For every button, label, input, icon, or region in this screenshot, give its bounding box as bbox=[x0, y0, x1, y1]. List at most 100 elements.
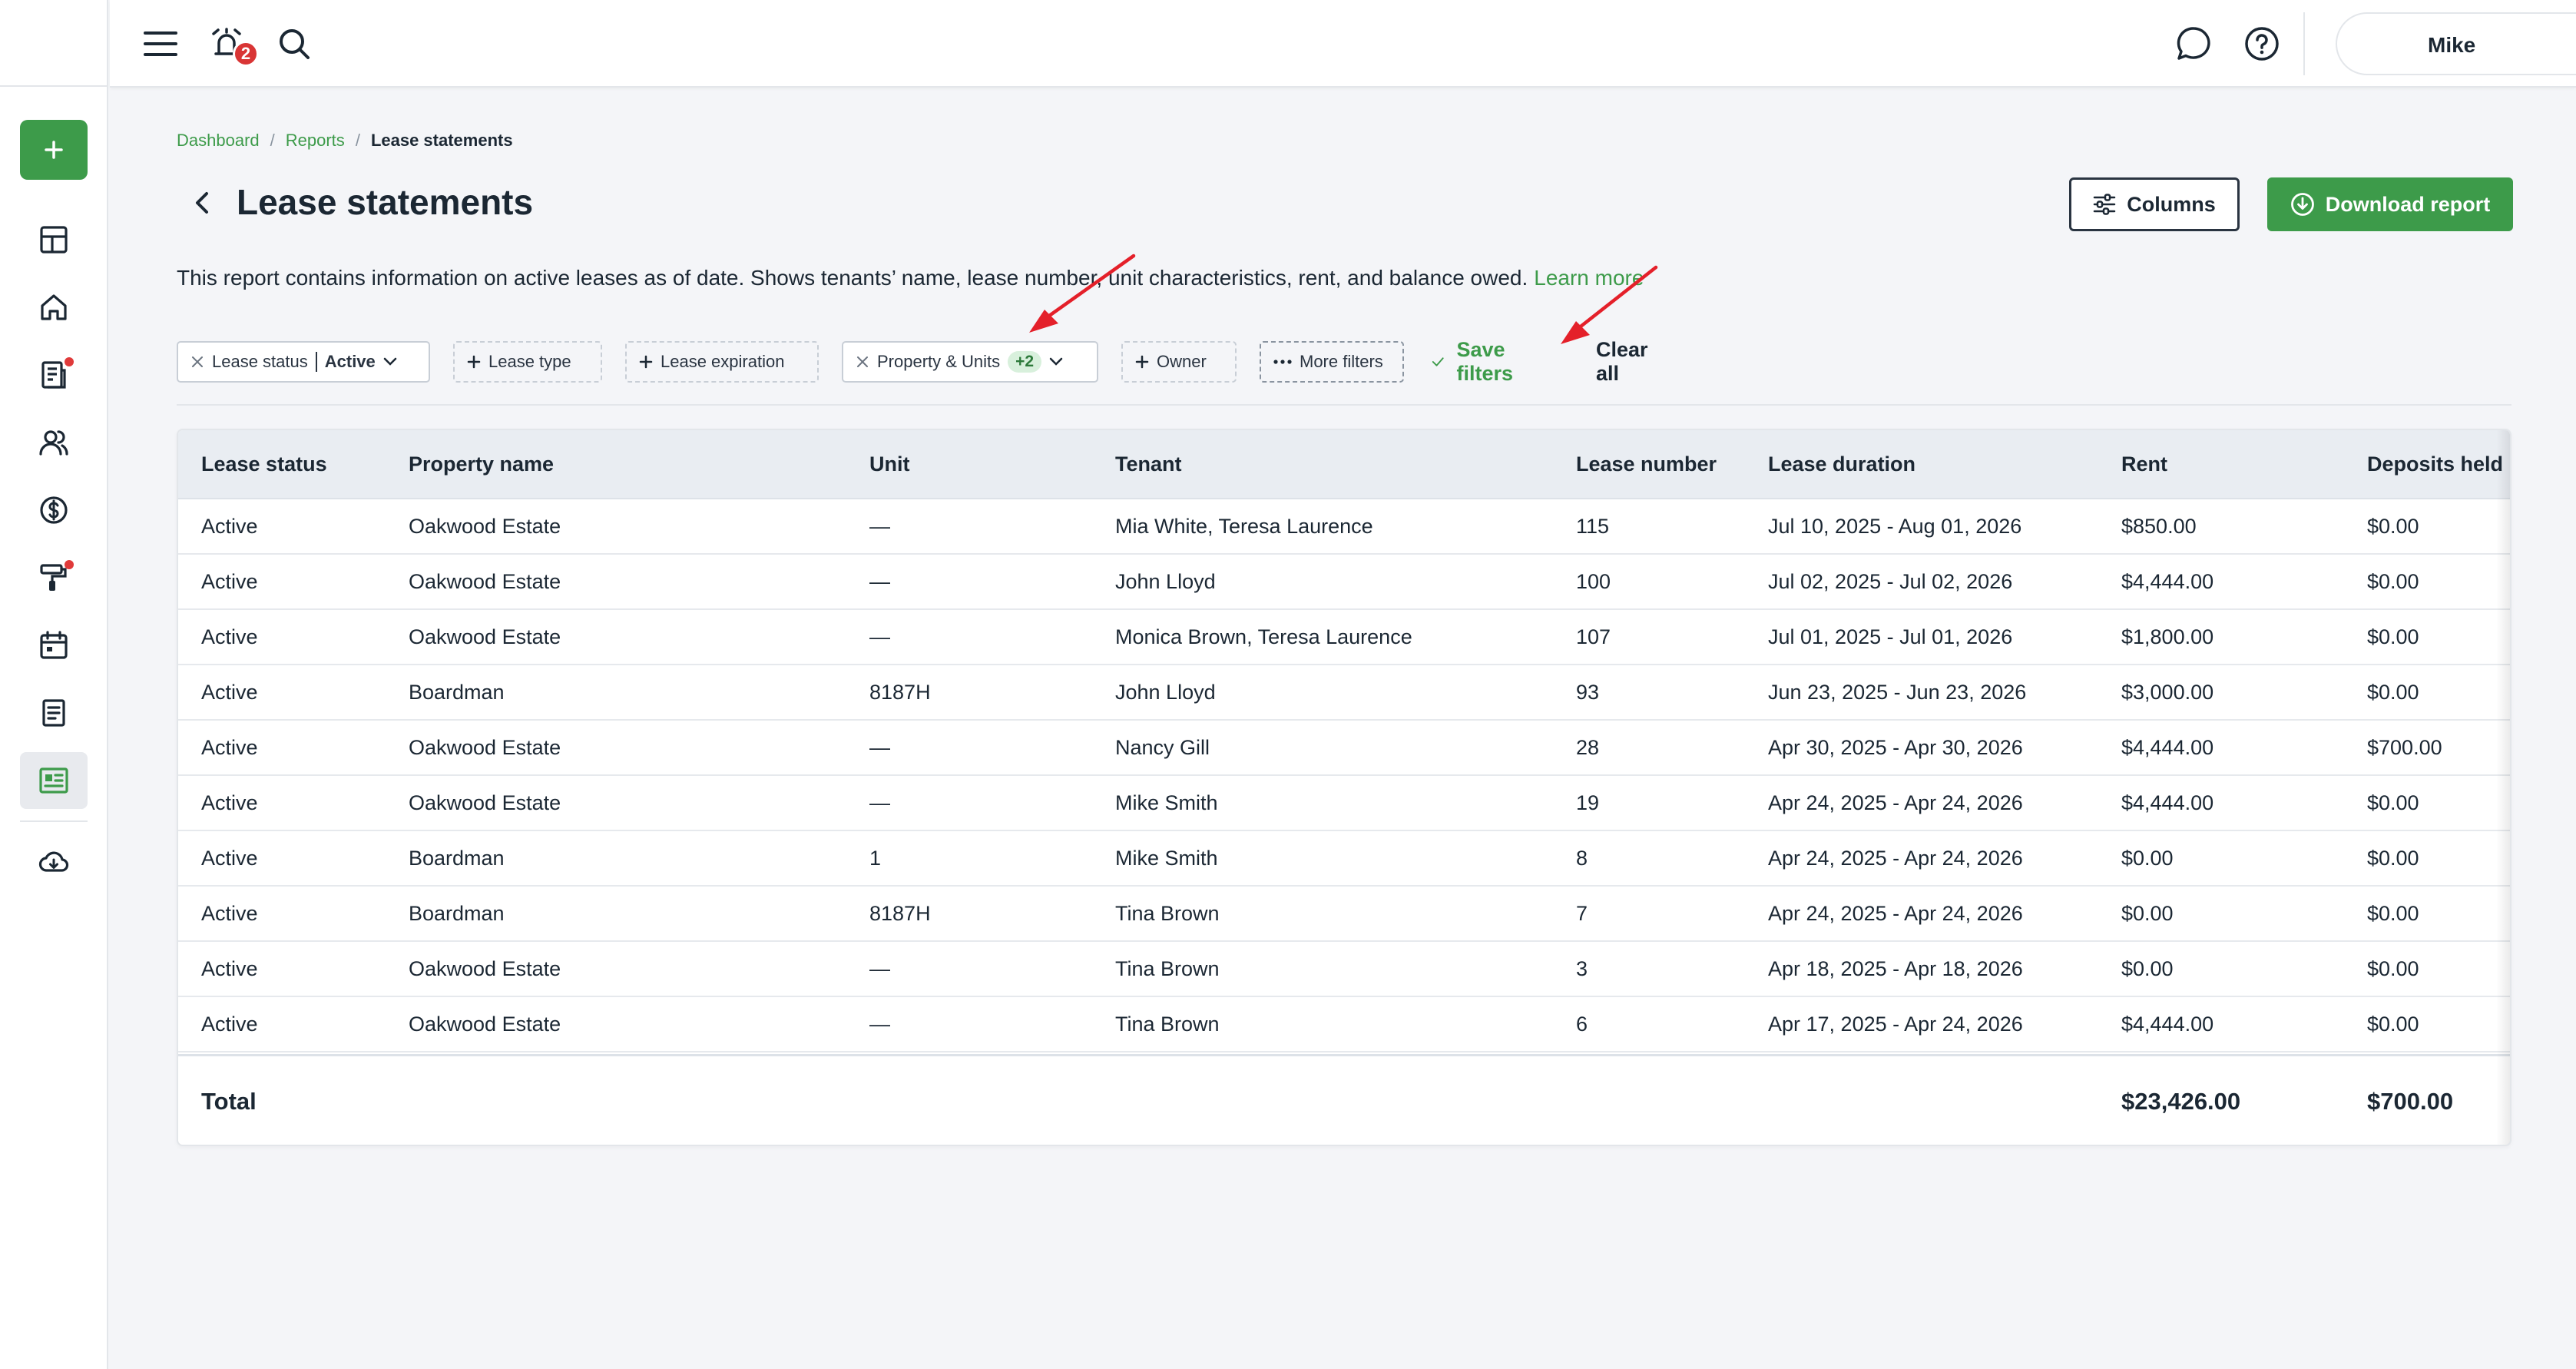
cell-lease: 93 bbox=[1576, 680, 1600, 704]
cell-duration: Jul 02, 2025 - Jul 02, 2026 bbox=[1768, 569, 2013, 593]
annotation-arrow bbox=[1561, 265, 1658, 344]
table-row[interactable]: Active Oakwood Estate — Mike Smith 19 Apr 24,… bbox=[178, 776, 2510, 831]
cell-duration: Jun 23, 2025 - Jun 23, 2026 bbox=[1768, 680, 2027, 704]
cell-status: Active bbox=[201, 680, 258, 704]
sidebar-item-calendar[interactable] bbox=[20, 617, 88, 674]
plus-icon bbox=[1135, 355, 1149, 369]
cell-unit: — bbox=[869, 956, 890, 980]
column-header-tenant[interactable]: Tenant bbox=[1115, 430, 1182, 498]
cell-rent: $1,800.00 bbox=[2121, 625, 2214, 648]
cell-rent: $4,444.00 bbox=[2121, 735, 2214, 759]
cell-status: Active bbox=[201, 735, 258, 759]
table-row[interactable]: Active Oakwood Estate — Tina Brown 3 Apr 18, … bbox=[178, 942, 2510, 997]
add-button[interactable] bbox=[20, 120, 88, 180]
user-menu[interactable]: Mike bbox=[2336, 12, 2576, 75]
more-dots-icon bbox=[1273, 360, 1292, 364]
column-header-property-name[interactable]: Property name bbox=[409, 430, 554, 498]
column-header-rent[interactable]: Rent bbox=[2121, 430, 2167, 498]
sidebar-item-people[interactable] bbox=[20, 414, 88, 471]
sidebar-item-leasing[interactable] bbox=[20, 346, 88, 403]
notes-icon bbox=[38, 698, 69, 728]
cell-tenant: Tina Brown bbox=[1115, 1012, 1220, 1036]
plus-icon bbox=[639, 355, 653, 369]
notifications-button[interactable]: 2 bbox=[204, 21, 259, 67]
cell-tenant: Tina Brown bbox=[1115, 956, 1220, 980]
close-icon[interactable] bbox=[856, 355, 869, 369]
filter-count-badge: +2 bbox=[1008, 351, 1042, 373]
cell-unit: — bbox=[869, 1012, 890, 1036]
sidebar-item-dashboard[interactable] bbox=[20, 211, 88, 268]
sidebar-item-downloads[interactable] bbox=[20, 834, 88, 891]
cell-rent: $4,444.00 bbox=[2121, 569, 2214, 593]
cell-tenant: Nancy Gill bbox=[1115, 735, 1210, 759]
report-icon bbox=[38, 765, 69, 796]
column-header-lease-duration[interactable]: Lease duration bbox=[1768, 430, 1915, 498]
table-row[interactable]: Active Boardman 1 Mike Smith 8 Apr 24, 2025 -… bbox=[178, 831, 2510, 887]
plus-icon bbox=[467, 355, 481, 369]
save-filters-button[interactable]: Save filters bbox=[1432, 338, 1522, 385]
menu-button[interactable] bbox=[137, 21, 184, 67]
cell-property: Oakwood Estate bbox=[409, 514, 561, 538]
plus-icon bbox=[45, 141, 63, 159]
columns-button-label: Columns bbox=[2127, 192, 2216, 216]
filter-lease-status[interactable]: Lease status Active bbox=[177, 341, 430, 383]
cell-property: Oakwood Estate bbox=[409, 569, 561, 593]
column-header-lease-status[interactable]: Lease status bbox=[201, 430, 327, 498]
cell-unit: — bbox=[869, 625, 890, 648]
page-title: Lease statements bbox=[237, 182, 534, 222]
chat-icon bbox=[2177, 27, 2210, 60]
grid-icon bbox=[38, 224, 69, 255]
sidebar-divider bbox=[20, 820, 88, 822]
column-header-deposits-held[interactable]: Deposits held bbox=[2367, 430, 2503, 498]
table-row[interactable]: Active Oakwood Estate — Mia White, Teresa L… bbox=[178, 499, 2510, 555]
breadcrumb-current: Lease statements bbox=[370, 131, 513, 150]
more-filters-button[interactable]: More filters bbox=[1260, 341, 1404, 383]
breadcrumb-dashboard[interactable]: Dashboard bbox=[177, 131, 260, 151]
sidebar-item-properties[interactable] bbox=[20, 279, 88, 336]
annotation-arrow bbox=[1029, 254, 1136, 333]
chat-button[interactable] bbox=[2170, 21, 2217, 67]
cell-property: Oakwood Estate bbox=[409, 1012, 561, 1036]
breadcrumb: Dashboard / Reports / Lease statements bbox=[177, 131, 513, 151]
column-header-unit[interactable]: Unit bbox=[869, 430, 909, 498]
search-button[interactable] bbox=[271, 21, 317, 67]
download-cloud-icon bbox=[38, 847, 69, 878]
columns-button[interactable]: Columns bbox=[2069, 177, 2240, 231]
description-text: This report contains information on acti… bbox=[177, 266, 1528, 290]
close-icon[interactable] bbox=[190, 355, 204, 369]
cell-unit: — bbox=[869, 569, 890, 593]
table-row[interactable]: Active Oakwood Estate — John Lloyd 100 Jul 02… bbox=[178, 555, 2510, 610]
sidebar-item-notes[interactable] bbox=[20, 684, 88, 741]
table-row[interactable]: Active Oakwood Estate — Monica Brown, Teres… bbox=[178, 610, 2510, 665]
total-rent: $23,426.00 bbox=[2121, 1087, 2241, 1115]
top-bar: 2 Mike bbox=[110, 0, 2576, 88]
filter-owner[interactable]: Owner bbox=[1121, 341, 1237, 383]
table-row[interactable]: Active Boardman 8187H Tina Brown 7 Apr 24, 20… bbox=[178, 887, 2510, 942]
download-report-button[interactable]: Download report bbox=[2267, 177, 2513, 231]
download-button-label: Download report bbox=[2325, 192, 2491, 216]
filter-lease-type[interactable]: Lease type bbox=[453, 341, 602, 383]
sidebar bbox=[0, 0, 108, 1369]
chevron-down-icon bbox=[1049, 357, 1063, 366]
cell-status: Active bbox=[201, 514, 258, 538]
breadcrumb-reports[interactable]: Reports bbox=[286, 131, 345, 151]
table-row[interactable]: Active Oakwood Estate — Nancy Gill 28 Apr 30,… bbox=[178, 721, 2510, 776]
cell-status: Active bbox=[201, 569, 258, 593]
column-header-lease-number[interactable]: Lease number bbox=[1576, 430, 1717, 498]
cell-deposits: $0.00 bbox=[2367, 680, 2419, 704]
cell-unit: 8187H bbox=[869, 901, 931, 925]
help-button[interactable] bbox=[2239, 21, 2285, 67]
cell-property: Oakwood Estate bbox=[409, 791, 561, 814]
sidebar-item-accounting[interactable] bbox=[20, 482, 88, 539]
filter-property-units[interactable]: Property & Units +2 bbox=[842, 341, 1098, 383]
cell-unit: — bbox=[869, 735, 890, 759]
table-row[interactable]: Active Boardman 8187H John Lloyd 93 Jun 23, 2… bbox=[178, 665, 2510, 721]
total-label: Total bbox=[201, 1087, 257, 1115]
back-button[interactable] bbox=[183, 183, 223, 223]
chevron-down-icon bbox=[383, 357, 397, 366]
sidebar-item-maintenance[interactable] bbox=[20, 549, 88, 606]
sidebar-item-reports[interactable] bbox=[20, 752, 88, 809]
filter-lease-expiration[interactable]: Lease expiration bbox=[625, 341, 819, 383]
table-row[interactable]: Active Oakwood Estate — Tina Brown 6 Apr 17, … bbox=[178, 997, 2510, 1052]
cell-deposits: $0.00 bbox=[2367, 901, 2419, 925]
